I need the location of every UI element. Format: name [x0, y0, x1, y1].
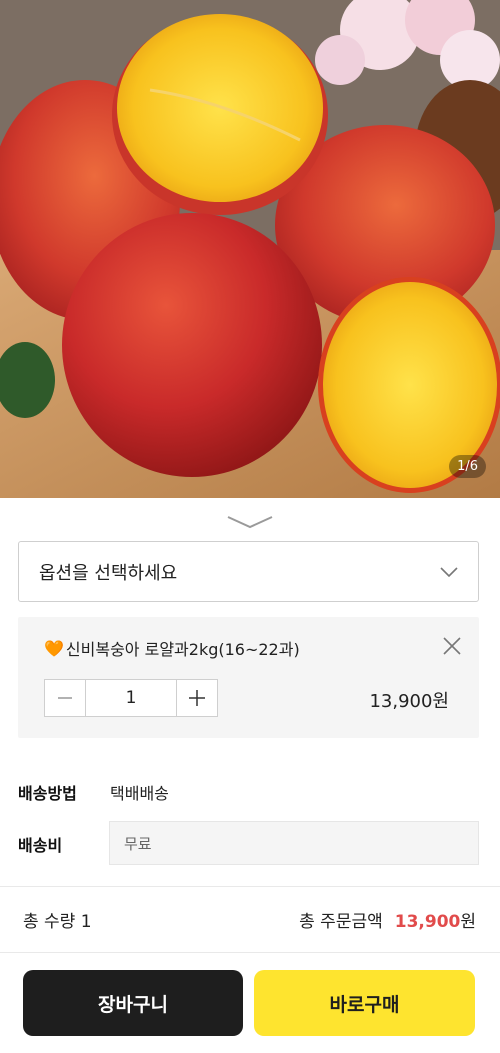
shipping-fee-row: 배송비 — [18, 832, 110, 856]
minus-icon — [58, 697, 72, 699]
shipping-method-row: 배송방법 택배배송 — [18, 780, 169, 804]
nectarine-photo — [0, 0, 500, 498]
total-order-amount: 총 주문금액 13,900 원 — [299, 907, 476, 932]
chevron-down-icon — [227, 516, 273, 529]
option-select-dropdown[interactable]: 옵션을 선택하세요 — [18, 541, 479, 602]
image-page-counter: 1/6 — [449, 455, 486, 478]
close-icon — [443, 637, 461, 655]
total-quantity: 총 수량 1 — [23, 912, 92, 932]
option-price: 13,900원 — [369, 691, 449, 712]
total-amount-unit: 원 — [460, 912, 476, 932]
buy-now-button[interactable]: 바로구매 — [254, 970, 475, 1036]
quantity-stepper: 1 — [44, 679, 218, 717]
add-to-cart-button[interactable]: 장바구니 — [23, 970, 243, 1036]
divider — [0, 952, 500, 953]
orange-heart-icon: 🧡 — [44, 638, 64, 658]
quantity-decrease-button[interactable] — [45, 680, 85, 716]
option-select-placeholder: 옵션을 선택하세요 — [39, 562, 178, 584]
shipping-fee-label: 배송비 — [18, 836, 63, 855]
plus-icon — [189, 690, 205, 706]
shipping-method-value: 택배배송 — [110, 784, 169, 803]
selected-option-panel: 🧡 신비복숭아 로얄과2kg(16~22과) 1 13,900원 — [18, 617, 479, 738]
total-amount-label: 총 주문금액 — [299, 912, 383, 932]
product-image[interactable]: 1/6 — [0, 0, 500, 498]
shipping-fee-field: 무료 — [109, 821, 479, 865]
shipping-method-label: 배송방법 — [18, 784, 77, 803]
quantity-value[interactable]: 1 — [85, 680, 177, 716]
total-amount-value: 13,900 — [394, 912, 461, 932]
collapse-chevron-button[interactable] — [224, 512, 276, 532]
remove-option-button[interactable] — [441, 635, 463, 657]
chevron-down-icon — [440, 566, 458, 577]
quantity-increase-button[interactable] — [177, 680, 217, 716]
divider — [0, 886, 500, 887]
selected-option-name: 신비복숭아 로얄과2kg(16~22과) — [65, 640, 300, 659]
selected-option-title: 🧡 신비복숭아 로얄과2kg(16~22과) — [44, 636, 300, 660]
